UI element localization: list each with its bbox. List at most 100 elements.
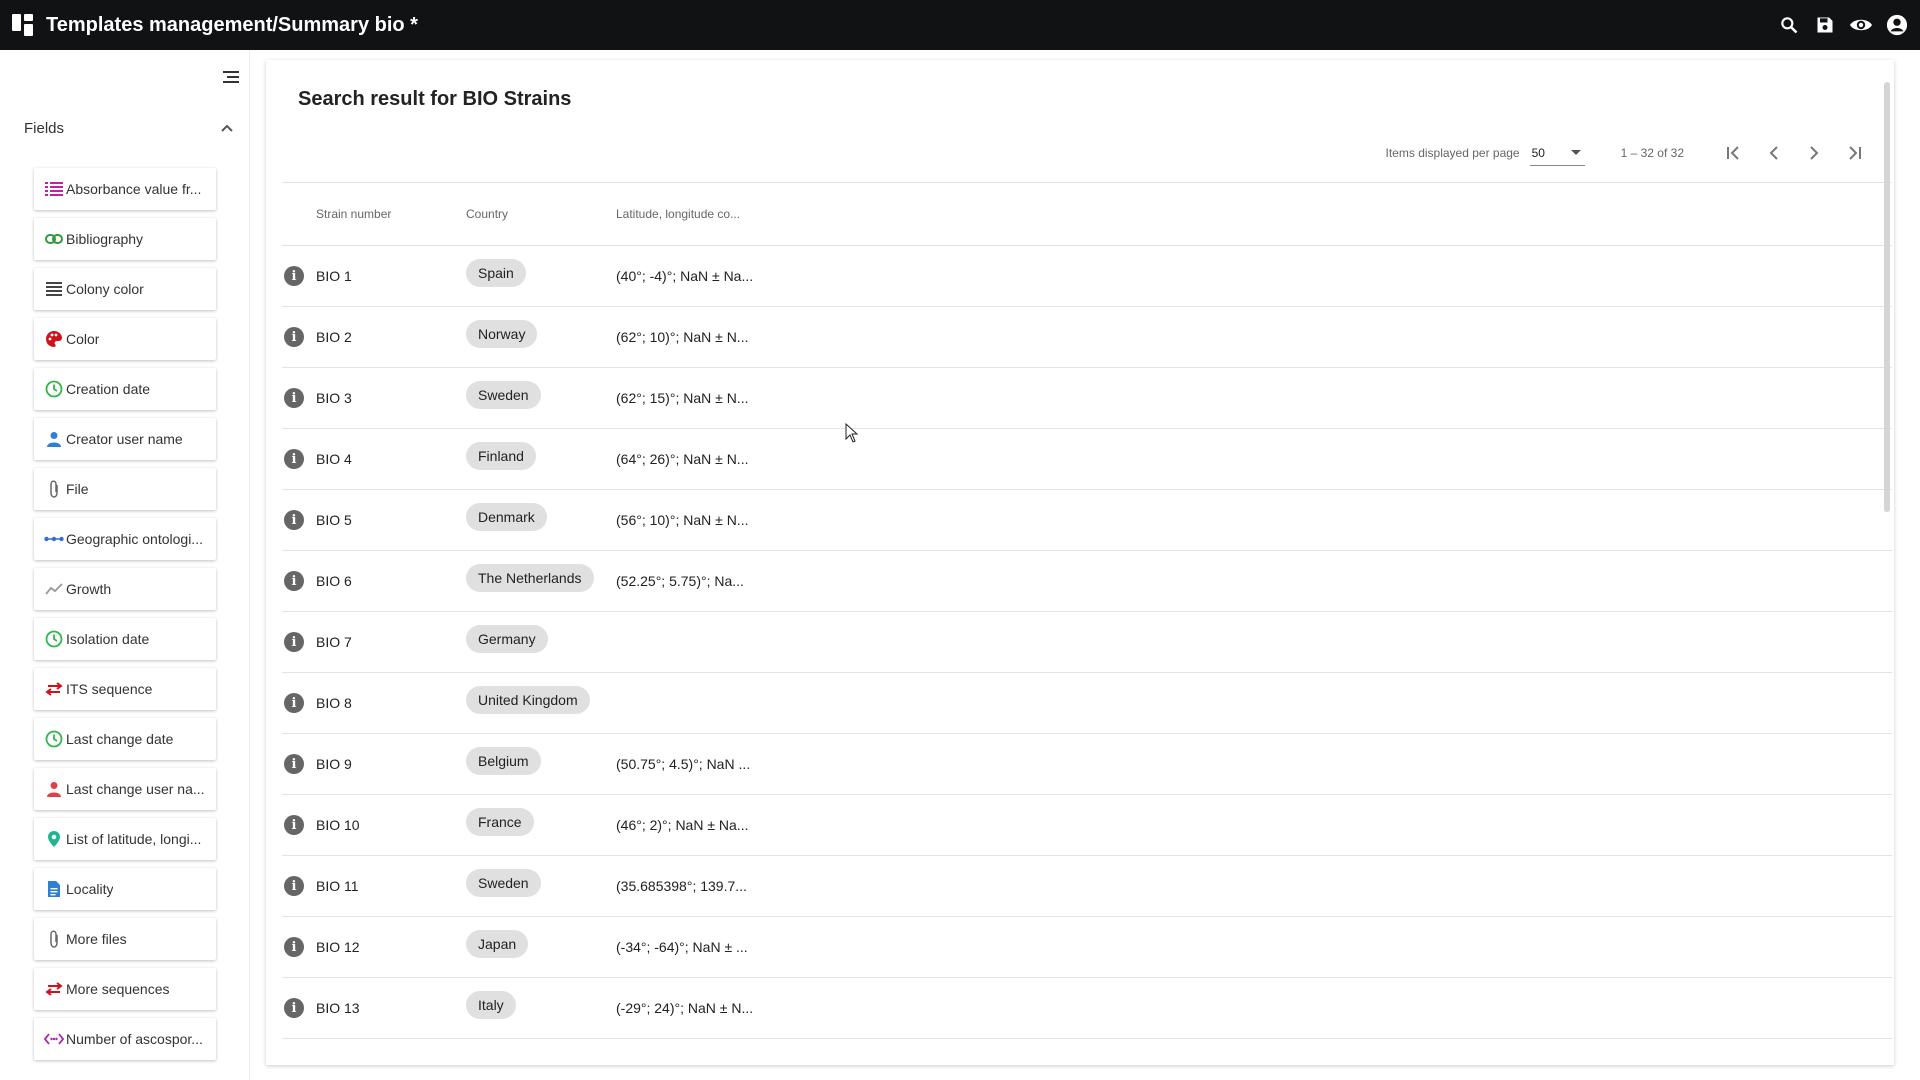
info-icon[interactable]: i <box>284 693 304 713</box>
trend-icon <box>44 579 64 599</box>
toolbar-actions <box>1776 0 1910 50</box>
table-row[interactable]: i BIO 9 Belgium (50.75°; 4.5)°; NaN ... <box>282 734 1892 795</box>
info-icon[interactable]: i <box>284 449 304 469</box>
field-item[interactable]: Absorbance value fr... <box>34 168 216 210</box>
info-icon[interactable]: i <box>284 632 304 652</box>
info-icon[interactable]: i <box>284 937 304 957</box>
eye-icon[interactable] <box>1848 12 1874 38</box>
paperclip-icon <box>44 479 64 499</box>
info-icon[interactable]: i <box>284 754 304 774</box>
field-item[interactable]: Colony color <box>34 268 216 310</box>
table-row[interactable]: i BIO 13 Italy (-29°; 24)°; NaN ± N... <box>282 978 1892 1039</box>
cell-strain-number: BIO 12 <box>316 939 360 955</box>
table-row[interactable]: i BIO 1 Spain (40°; -4)°; NaN ± Na... <box>282 246 1892 307</box>
clock-icon <box>44 629 64 649</box>
field-item-label: Number of ascospor... <box>66 1031 203 1047</box>
previous-page-button[interactable] <box>1754 138 1794 168</box>
account-icon[interactable] <box>1884 12 1910 38</box>
field-item-label: Isolation date <box>66 631 150 647</box>
results-heading: Search result for BIO Strains <box>298 88 572 110</box>
field-item-label: Creator user name <box>66 431 183 447</box>
cell-strain-number: BIO 10 <box>316 817 360 833</box>
country-chip: Japan <box>466 930 529 958</box>
doc-icon <box>44 879 64 899</box>
fields-section-label: Fields <box>24 119 65 137</box>
field-item[interactable]: More sequences <box>34 968 216 1010</box>
cell-strain-number: BIO 7 <box>316 634 352 650</box>
column-country[interactable]: Country <box>466 207 616 221</box>
table-row[interactable]: i BIO 11 Sweden (35.685398°; 139.7... <box>282 856 1892 917</box>
field-item[interactable]: Geographic ontologi... <box>34 518 216 560</box>
field-item[interactable]: ITS sequence <box>34 668 216 710</box>
table-row[interactable]: i BIO 12 Japan (-34°; -64)°; NaN ± ... <box>282 917 1892 978</box>
field-list: Absorbance value fr... Bibliography Colony… <box>34 168 216 1068</box>
table-row[interactable]: i BIO 10 France (46°; 2)°; NaN ± Na... <box>282 795 1892 856</box>
items-per-page-select[interactable]: 50 <box>1529 140 1585 166</box>
field-item[interactable]: File <box>34 468 216 510</box>
table-row[interactable]: i BIO 3 Sweden (62°; 15)°; NaN ± N... <box>282 368 1892 429</box>
table-row[interactable]: i BIO 4 Finland (64°; 26)°; NaN ± N... <box>282 429 1892 490</box>
field-item[interactable]: More files <box>34 918 216 960</box>
column-strain-number[interactable]: Strain number <box>316 207 466 221</box>
chevron-left-icon <box>1769 146 1778 160</box>
country-chip: United Kingdom <box>466 686 590 714</box>
results-table: Strain number Country Latitude, longitud… <box>282 182 1892 1039</box>
info-icon[interactable]: i <box>284 510 304 530</box>
info-icon[interactable]: i <box>284 815 304 835</box>
info-icon[interactable]: i <box>284 571 304 591</box>
field-item[interactable]: Locality <box>34 868 216 910</box>
field-item[interactable]: Color <box>34 318 216 360</box>
field-item-label: Bibliography <box>66 231 144 247</box>
field-item[interactable]: Number of ascospor... <box>34 1018 216 1060</box>
column-lat-long[interactable]: Latitude, longitude co... <box>616 207 766 221</box>
info-icon[interactable]: i <box>284 388 304 408</box>
table-row[interactable]: i BIO 2 Norway (62°; 10)°; NaN ± N... <box>282 307 1892 368</box>
cell-lat-long: (64°; 26)°; NaN ± N... <box>616 451 749 467</box>
info-icon[interactable]: i <box>284 876 304 896</box>
clock-icon <box>44 379 64 399</box>
cell-lat-long: (46°; 2)°; NaN ± Na... <box>616 817 749 833</box>
field-item[interactable]: Bibliography <box>34 218 216 260</box>
field-item[interactable]: Last change date <box>34 718 216 760</box>
cell-lat-long: (50.75°; 4.5)°; NaN ... <box>616 756 751 772</box>
field-item[interactable]: List of latitude, longi... <box>34 818 216 860</box>
cell-lat-long: (62°; 10)°; NaN ± N... <box>616 329 749 345</box>
info-icon[interactable]: i <box>284 327 304 347</box>
last-page-button[interactable] <box>1834 138 1874 168</box>
cell-lat-long: (56°; 10)°; NaN ± N... <box>616 512 749 528</box>
vertical-scrollbar[interactable] <box>1884 82 1890 512</box>
items-per-page-label: Items displayed per page <box>1385 146 1520 160</box>
cell-strain-number: BIO 3 <box>316 390 352 406</box>
info-icon[interactable]: i <box>284 998 304 1018</box>
info-icon[interactable]: i <box>284 266 304 286</box>
apps-icon[interactable] <box>12 14 34 36</box>
table-row[interactable]: i BIO 8 United Kingdom <box>282 673 1892 734</box>
table-body: i BIO 1 Spain (40°; -4)°; NaN ± Na... i BIO 2… <box>282 246 1892 1039</box>
search-icon[interactable] <box>1776 12 1802 38</box>
table-row[interactable]: i BIO 7 Germany <box>282 612 1892 673</box>
fields-section-header[interactable]: Fields <box>24 116 234 140</box>
table-row[interactable]: i BIO 5 Denmark (56°; 10)°; NaN ± N... <box>282 490 1892 551</box>
field-item[interactable]: Creator user name <box>34 418 216 460</box>
cell-strain-number: BIO 11 <box>316 878 359 894</box>
field-item-label: Last change date <box>66 731 174 747</box>
first-page-button[interactable] <box>1714 138 1754 168</box>
chevron-up-icon <box>221 124 233 132</box>
person-icon <box>44 779 64 799</box>
last-page-icon <box>1849 146 1861 160</box>
field-item-label: More files <box>66 931 127 947</box>
field-item-label: Locality <box>66 881 114 897</box>
cell-strain-number: BIO 9 <box>316 756 352 772</box>
save-icon[interactable] <box>1812 12 1838 38</box>
field-item[interactable]: Isolation date <box>34 618 216 660</box>
table-row[interactable]: i BIO 6 The Netherlands (52.25°; 5.75)°; Na… <box>282 551 1892 612</box>
cell-lat-long: (52.25°; 5.75)°; Na... <box>616 573 744 589</box>
collapse-sidebar-icon[interactable] <box>220 66 242 88</box>
range-icon <box>44 1029 64 1049</box>
next-page-button[interactable] <box>1794 138 1834 168</box>
field-item[interactable]: Last change user na... <box>34 768 216 810</box>
country-chip: Norway <box>466 320 538 348</box>
field-item[interactable]: Growth <box>34 568 216 610</box>
field-item[interactable]: Creation date <box>34 368 216 410</box>
cell-strain-number: BIO 8 <box>316 695 352 711</box>
